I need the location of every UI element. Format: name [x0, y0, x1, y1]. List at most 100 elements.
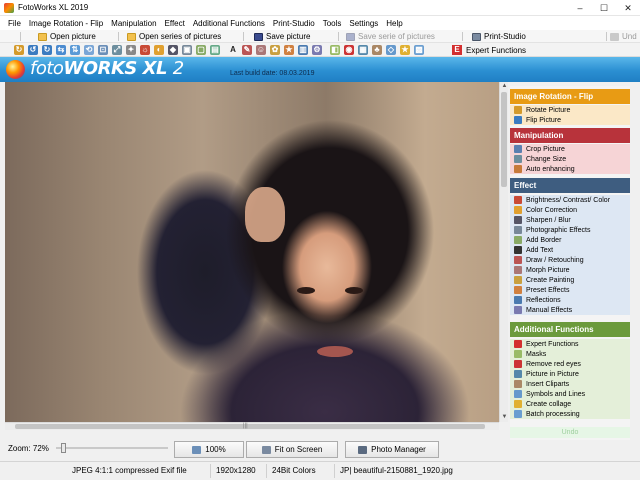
- panel-item-reflections[interactable]: Reflections: [510, 295, 630, 305]
- expert-functions-button[interactable]: E Expert Functions: [452, 44, 526, 56]
- morph-icon[interactable]: ☺: [256, 45, 266, 55]
- menu-help[interactable]: Help: [382, 19, 406, 28]
- build-date: Last build date: 08.03.2019: [230, 70, 315, 77]
- panel-item-draw-retouching[interactable]: Draw / Retouching: [510, 255, 630, 265]
- status-bar: JPEG 4:1:1 compressed Exif file 1920x128…: [0, 461, 640, 480]
- panel-item-crop-picture[interactable]: Crop Picture: [510, 144, 630, 154]
- photo-manager-icon: [358, 445, 368, 454]
- crop-icon[interactable]: ⊡: [98, 45, 108, 55]
- flip-icon[interactable]: ⇆: [56, 45, 66, 55]
- clipart-icon[interactable]: ♣: [372, 45, 382, 55]
- enhance-icon[interactable]: ✦: [126, 45, 136, 55]
- close-button[interactable]: ✕: [616, 0, 640, 16]
- menu-additional-functions[interactable]: Additional Functions: [189, 19, 269, 28]
- menu-file[interactable]: File: [4, 19, 25, 28]
- panel-item-change-size[interactable]: Change Size: [510, 154, 630, 164]
- panel-item-color-correction[interactable]: Color Correction: [510, 205, 630, 215]
- panel-item-add-text[interactable]: Add Text: [510, 245, 630, 255]
- panel-item-add-border[interactable]: Add Border: [510, 235, 630, 245]
- save-series-label: Save serie of pictures: [358, 32, 435, 41]
- batch-icon[interactable]: ▩: [414, 45, 424, 55]
- panel-item-create-painting[interactable]: Create Painting: [510, 275, 630, 285]
- panel-item-insert-cliparts[interactable]: Insert Cliparts: [510, 379, 630, 389]
- menu-manipulation[interactable]: Manipulation: [107, 19, 160, 28]
- panel-item-brightness[interactable]: Brightness/ Contrast/ Color: [510, 195, 630, 205]
- panel-header-additional[interactable]: Additional Functions: [510, 322, 630, 337]
- undo-toolbar-button[interactable]: Und: [610, 31, 637, 42]
- panel-item-masks[interactable]: Masks: [510, 349, 630, 359]
- panel-item-rotate-picture[interactable]: Rotate Picture: [510, 105, 630, 115]
- rotate-left-icon[interactable]: ↺: [28, 45, 38, 55]
- panel-item-morph-picture[interactable]: Morph Picture: [510, 265, 630, 275]
- panel-item-remove-red-eyes[interactable]: Remove red eyes: [510, 359, 630, 369]
- horizontal-scroll-thumb[interactable]: [15, 424, 485, 429]
- menu-print-studio[interactable]: Print-Studio: [269, 19, 319, 28]
- zoom-slider-handle[interactable]: [61, 443, 66, 453]
- zoom-slider[interactable]: [56, 443, 168, 453]
- maximize-button[interactable]: ☐: [592, 0, 616, 16]
- panel-item-preset-effects[interactable]: Preset Effects: [510, 285, 630, 295]
- save-series-button[interactable]: Save serie of pictures: [346, 31, 435, 42]
- panel-header-rotation[interactable]: Image Rotation - Flip: [510, 89, 630, 104]
- menu-settings[interactable]: Settings: [345, 19, 382, 28]
- border-icon[interactable]: ▢: [196, 45, 206, 55]
- panel-header-manipulation[interactable]: Manipulation: [510, 128, 630, 143]
- panel-header-effect[interactable]: Effect: [510, 178, 630, 193]
- panel-item-sharpen-blur[interactable]: Sharpen / Blur: [510, 215, 630, 225]
- scroll-down-icon[interactable]: ▼: [500, 413, 509, 422]
- symbols-icon[interactable]: ◇: [386, 45, 396, 55]
- zoom-100-button[interactable]: 100%: [174, 441, 244, 458]
- mask-icon[interactable]: ◧: [330, 45, 340, 55]
- folder-icon: [38, 32, 47, 41]
- panel-item-batch-processing[interactable]: Batch processing: [510, 409, 630, 419]
- panel-undo-button[interactable]: Undo: [510, 427, 630, 438]
- menu-image-rotation[interactable]: Image Rotation - Flip: [25, 19, 107, 28]
- scroll-up-icon[interactable]: ▲: [500, 82, 509, 91]
- rotate-angle-icon[interactable]: ⟲: [84, 45, 94, 55]
- panel-item-create-collage[interactable]: Create collage: [510, 399, 630, 409]
- open-picture-button[interactable]: Open picture: [38, 31, 96, 42]
- panel-item-auto-enhancing[interactable]: Auto enhancing: [510, 164, 630, 174]
- panel-item-photographic-effects[interactable]: Photographic Effects: [510, 225, 630, 235]
- panel-item-expert-functions[interactable]: Expert Functions: [510, 339, 630, 349]
- rotate-icon[interactable]: ↻: [14, 45, 24, 55]
- brightness-icon[interactable]: ☼: [140, 45, 150, 55]
- sharpen-icon[interactable]: ◆: [168, 45, 178, 55]
- manual-effects-icon[interactable]: ⚙: [312, 45, 322, 55]
- vertical-scroll-thumb[interactable]: [501, 92, 507, 187]
- picture-in-picture-icon[interactable]: ▦: [358, 45, 368, 55]
- draw-icon: [514, 256, 522, 264]
- print-studio-button[interactable]: Print-Studio: [472, 31, 526, 42]
- vertical-scrollbar[interactable]: ▲ ▼: [499, 82, 508, 422]
- flip-vertical-icon[interactable]: ⇅: [70, 45, 80, 55]
- menu-effect[interactable]: Effect: [161, 19, 189, 28]
- fit-on-screen-button[interactable]: Fit on Screen: [246, 441, 338, 458]
- panel-item-flip-picture[interactable]: Flip Picture: [510, 115, 630, 125]
- photo-manager-button[interactable]: Photo Manager: [345, 441, 439, 458]
- open-series-button[interactable]: Open series of pictures: [127, 31, 221, 42]
- color-icon[interactable]: ◐: [154, 45, 164, 55]
- text-icon[interactable]: A: [228, 45, 238, 55]
- preset-icon[interactable]: ★: [284, 45, 294, 55]
- frame-icon[interactable]: ▤: [210, 45, 220, 55]
- effects-icon[interactable]: ▣: [182, 45, 192, 55]
- minimize-button[interactable]: –: [568, 0, 592, 16]
- red-eye-icon[interactable]: ◉: [344, 45, 354, 55]
- rotate-right-icon[interactable]: ↻: [42, 45, 52, 55]
- painting-icon[interactable]: ✿: [270, 45, 280, 55]
- panel-item-symbols-lines[interactable]: Symbols and Lines: [510, 389, 630, 399]
- image-canvas[interactable]: [5, 82, 499, 422]
- function-panel: Image Rotation - Flip Rotate Picture Fli…: [510, 86, 630, 440]
- undo-toolbar-label: Und: [622, 32, 637, 41]
- reflection-icon[interactable]: ▥: [298, 45, 308, 55]
- panel-item-picture-in-picture[interactable]: Picture in Picture: [510, 369, 630, 379]
- rotate-icon: [514, 106, 522, 114]
- menu-tools[interactable]: Tools: [319, 19, 346, 28]
- clipart-icon: [514, 380, 522, 388]
- horizontal-scrollbar[interactable]: |||: [5, 422, 499, 430]
- collage-icon[interactable]: ★: [400, 45, 410, 55]
- panel-item-manual-effects[interactable]: Manual Effects: [510, 305, 630, 315]
- draw-icon[interactable]: ✎: [242, 45, 252, 55]
- save-picture-button[interactable]: Save picture: [254, 31, 310, 42]
- resize-icon[interactable]: ⤢: [112, 45, 122, 55]
